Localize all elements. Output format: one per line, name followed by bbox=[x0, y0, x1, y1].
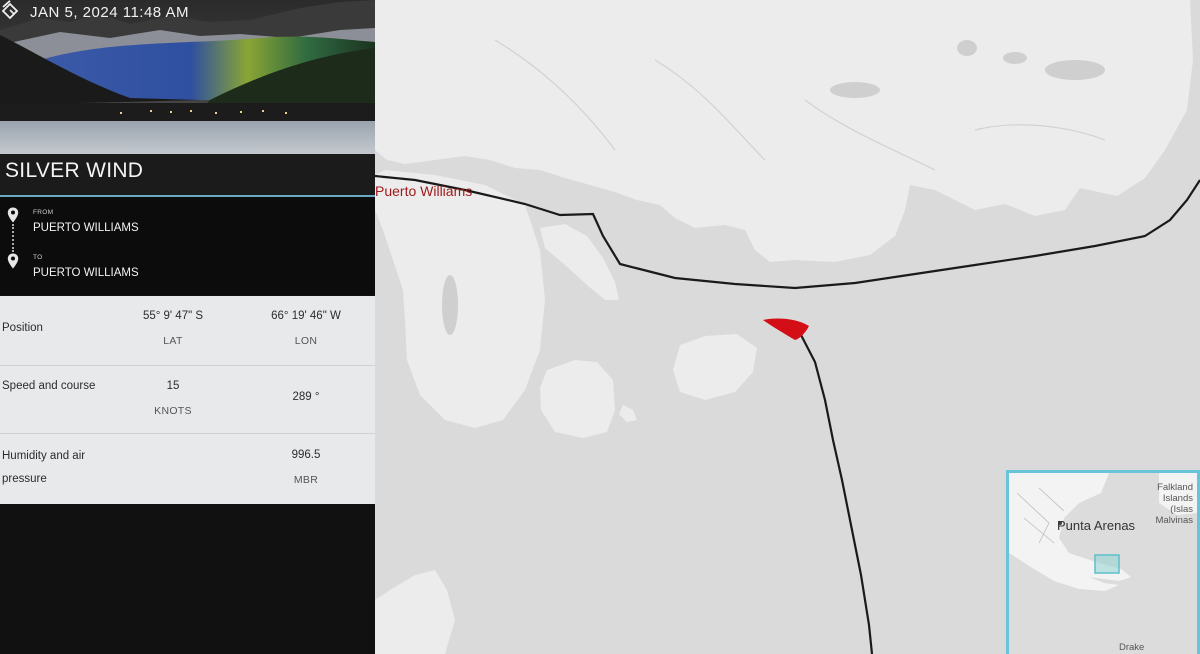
panel-footer bbox=[0, 504, 375, 654]
latitude-unit: LAT bbox=[163, 335, 183, 347]
course-value: 289 ° bbox=[292, 391, 320, 403]
route-section: FROM PUERTO WILLIAMS TO PUERTO WILLIAMS bbox=[0, 197, 375, 295]
row-divider bbox=[0, 365, 375, 366]
position-label: Position bbox=[2, 322, 43, 334]
destination-pin-icon bbox=[7, 253, 19, 269]
layers-logo-icon bbox=[1, 0, 19, 20]
voyage-map[interactable]: Puerto Williams Falkland Islands (Islas … bbox=[375, 0, 1200, 654]
minimap-islands-label-1: Falkland bbox=[1157, 482, 1193, 493]
from-port: PUERTO WILLIAMS bbox=[33, 222, 139, 234]
hero-photo: JAN 5, 2024 11:48 AM SILVER WIND bbox=[0, 0, 375, 196]
minimap-islands-label-4: Malvinas bbox=[1155, 515, 1194, 526]
speed-unit: KNOTS bbox=[154, 405, 192, 417]
speed-course-label: Speed and course bbox=[2, 380, 96, 392]
minimap-islands-label-2: Islands bbox=[1162, 493, 1193, 504]
latitude-value: 55° 9' 47" S bbox=[142, 310, 204, 322]
to-port: PUERTO WILLIAMS bbox=[33, 267, 139, 279]
voyage-info-panel: JAN 5, 2024 11:48 AM SILVER WIND FROM PU… bbox=[0, 0, 375, 654]
route-connector bbox=[12, 224, 14, 252]
voyage-stats-table: Position 55° 9' 47" S LAT 66° 19' 46" W … bbox=[0, 296, 375, 504]
humidity-pressure-label: Humidity and air pressure bbox=[2, 450, 86, 485]
map-label-puerto-williams: Puerto Williams bbox=[375, 183, 473, 199]
origin-pin-icon bbox=[7, 207, 19, 223]
from-label: FROM bbox=[33, 209, 54, 216]
row-divider bbox=[0, 433, 375, 434]
pressure-value: 996.5 bbox=[291, 449, 321, 461]
minimap-viewport-indicator bbox=[1094, 554, 1120, 574]
speed-value: 15 bbox=[166, 380, 180, 392]
minimap-label-drake: Drake bbox=[1119, 642, 1145, 653]
minimap-label-punta-arenas: Punta Arenas bbox=[1057, 518, 1136, 533]
ship-name: SILVER WIND bbox=[5, 159, 144, 182]
pressure-unit: MBR bbox=[293, 474, 319, 486]
overview-minimap[interactable]: Falkland Islands (Islas Malvinas Punta A… bbox=[1006, 470, 1200, 654]
date-time: JAN 5, 2024 11:48 AM bbox=[30, 4, 189, 21]
minimap-islands-label-3: (Islas bbox=[1170, 504, 1193, 515]
longitude-value: 66° 19' 46" W bbox=[271, 310, 341, 322]
longitude-unit: LON bbox=[294, 335, 318, 347]
to-label: TO bbox=[33, 254, 43, 261]
